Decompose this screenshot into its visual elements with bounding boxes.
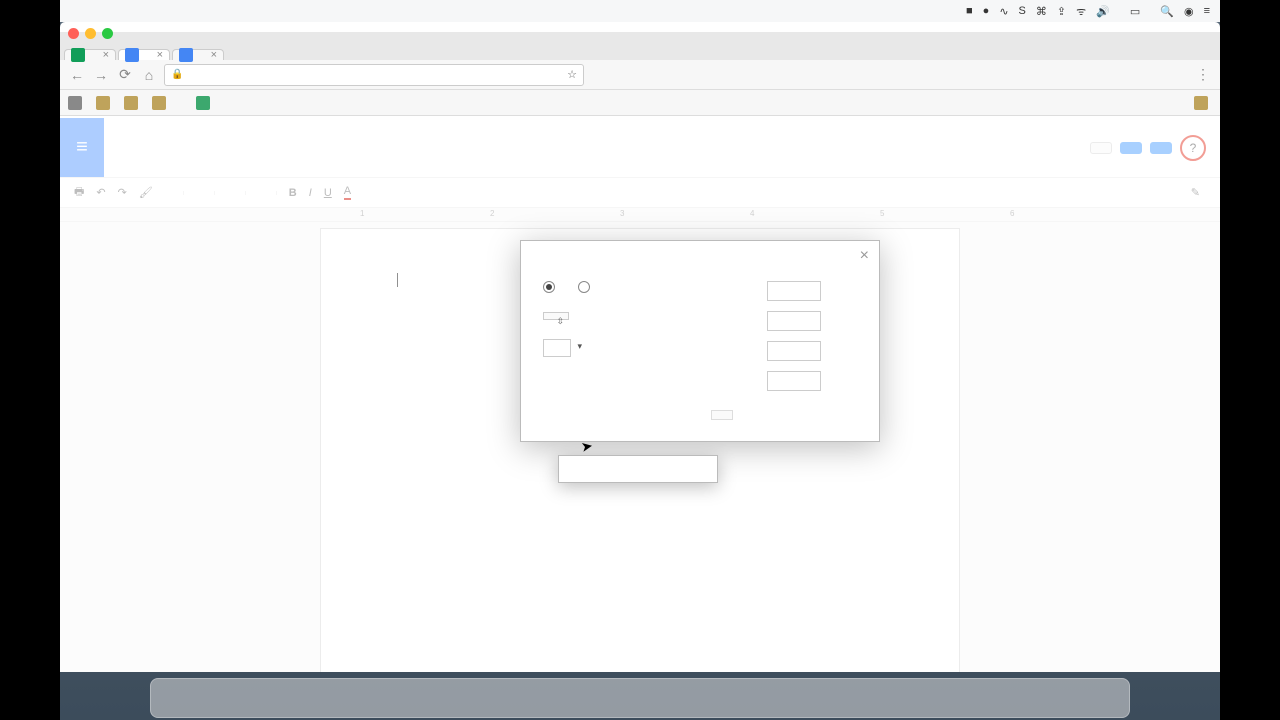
radio-icon (578, 281, 590, 293)
margin-left-input[interactable] (767, 341, 821, 361)
custom-color-link[interactable] (565, 466, 711, 476)
page-setup-dialog: × (520, 240, 880, 442)
orientation-landscape-radio[interactable] (578, 281, 595, 293)
radio-icon (543, 281, 555, 293)
dialog-close-icon[interactable]: × (860, 247, 869, 265)
margin-right-input[interactable] (767, 371, 821, 391)
margin-top-input[interactable] (767, 281, 821, 301)
paper-size-select[interactable] (543, 312, 569, 320)
color-picker (558, 455, 718, 483)
orientation-portrait-radio[interactable] (543, 281, 560, 293)
page-color-button[interactable] (543, 339, 571, 357)
set-as-default-button[interactable] (711, 410, 733, 420)
margin-bottom-input[interactable] (767, 311, 821, 331)
